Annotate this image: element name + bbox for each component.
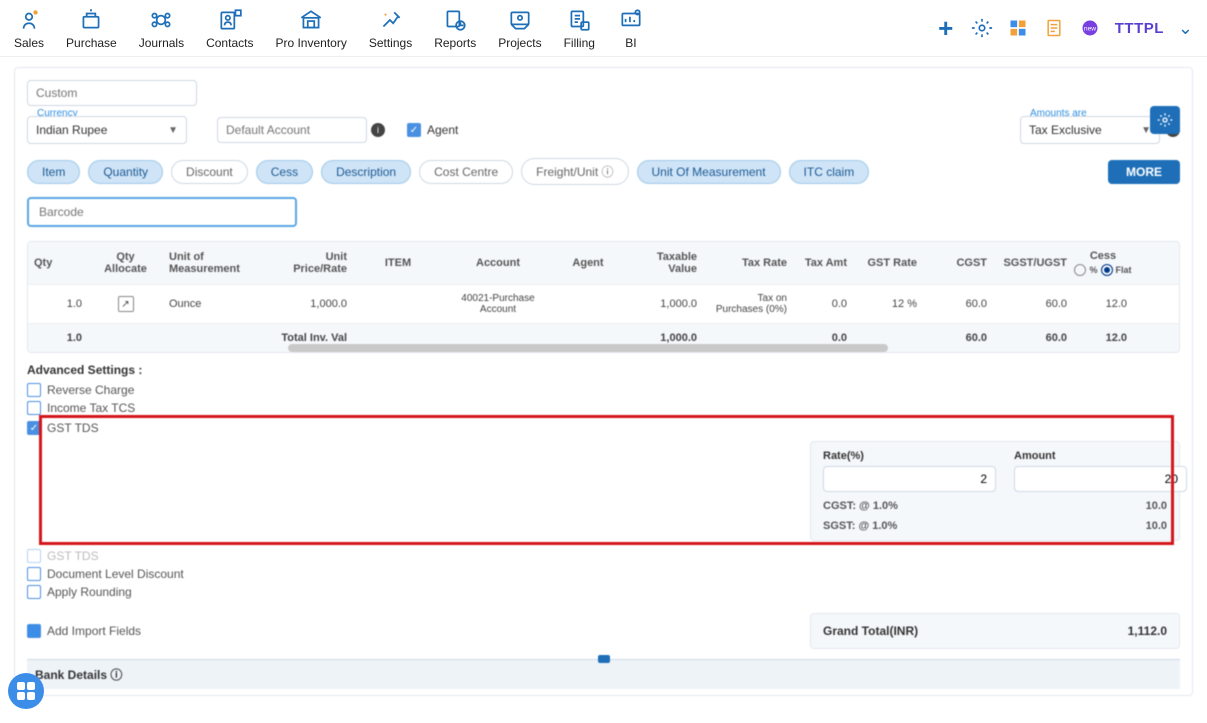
reports-icon: [441, 6, 469, 34]
import-checkbox[interactable]: [27, 624, 41, 638]
nav-journals[interactable]: Journals: [139, 6, 184, 50]
caret-icon: ▼: [168, 125, 178, 136]
nav-projects[interactable]: Projects: [498, 6, 541, 50]
nav-bi[interactable]: BI: [617, 6, 645, 50]
add-icon[interactable]: +: [935, 17, 957, 39]
nav-contacts[interactable]: Contacts: [206, 6, 253, 50]
form-panel: Currency Indian Rupee ▼ i ✓ Agent Amount…: [14, 67, 1193, 696]
top-nav: Sales Purchase Journals Contacts Pro Inv…: [0, 0, 1207, 57]
inventory-icon: [297, 6, 325, 34]
badge-icon[interactable]: new: [1079, 17, 1101, 39]
rate-input[interactable]: [823, 466, 996, 492]
projects-icon: [506, 6, 534, 34]
chevron-down-icon[interactable]: ⌄: [1178, 18, 1193, 39]
custom-input[interactable]: [27, 80, 197, 106]
dld-checkbox[interactable]: [27, 567, 41, 581]
settings-icon: [377, 6, 405, 34]
line-items-grid: Qty Qty Allocate Unit of Measurement Uni…: [27, 241, 1180, 353]
currency-select[interactable]: Indian Rupee ▼: [27, 116, 187, 144]
nav-settings[interactable]: Settings: [369, 6, 412, 50]
panel-gear[interactable]: [1150, 106, 1180, 134]
horizontal-scrollbar[interactable]: [288, 344, 888, 352]
agent-label: Agent: [427, 123, 458, 137]
rounding-checkbox[interactable]: [27, 585, 41, 599]
apps-icon[interactable]: [1007, 17, 1029, 39]
barcode-input[interactable]: [27, 197, 297, 227]
rate-label: Rate(%): [823, 450, 996, 462]
doc-icon[interactable]: [1043, 17, 1065, 39]
gst-tds2-checkbox[interactable]: [27, 549, 41, 563]
amounts-select[interactable]: Tax Exclusive ▼: [1020, 116, 1160, 144]
pill-quantity[interactable]: Quantity: [88, 160, 163, 184]
nav-proinventory[interactable]: Pro Inventory: [275, 6, 346, 50]
brand-label: TTTPL: [1115, 20, 1164, 37]
nav-purchase[interactable]: Purchase: [66, 6, 117, 50]
pill-description[interactable]: Description: [321, 160, 411, 184]
pill-item[interactable]: Item: [27, 160, 80, 184]
fab-button[interactable]: [8, 673, 44, 709]
pill-itc[interactable]: ITC claim: [789, 160, 870, 184]
tds-panel: Rate(%) Amount CGST: @ 1.0%10.0 SGST: @ …: [810, 441, 1180, 541]
pill-costcentre[interactable]: Cost Centre: [419, 160, 513, 184]
nav-reports[interactable]: Reports: [434, 6, 476, 50]
advanced-title: Advanced Settings :: [27, 363, 1180, 377]
pill-uom[interactable]: Unit Of Measurement: [637, 160, 781, 184]
info-icon: i: [371, 123, 385, 137]
gear-icon[interactable]: [971, 17, 993, 39]
pill-cess[interactable]: Cess: [256, 160, 313, 184]
default-account-input[interactable]: [217, 117, 367, 143]
pill-discount[interactable]: Discount: [171, 160, 248, 184]
nav-sales[interactable]: Sales: [14, 6, 44, 50]
grand-total: Grand Total(INR) 1,112.0: [810, 613, 1180, 649]
resize-handle[interactable]: [598, 655, 610, 663]
tcs-checkbox[interactable]: [27, 401, 41, 415]
agent-checkbox[interactable]: ✓: [407, 123, 421, 137]
amount-input[interactable]: [1014, 466, 1187, 492]
reverse-checkbox[interactable]: [27, 383, 41, 397]
gst-tds-checkbox[interactable]: ✓: [27, 421, 41, 435]
sales-icon: [15, 6, 43, 34]
cess-mode-toggle[interactable]: % Flat: [1074, 264, 1131, 276]
filling-icon: [565, 6, 593, 34]
edit-icon[interactable]: ↗: [118, 296, 134, 312]
purchase-icon: [77, 6, 105, 34]
bi-icon: [617, 6, 645, 34]
contacts-icon: [216, 6, 244, 34]
more-button[interactable]: MORE: [1108, 160, 1180, 184]
bank-details-header[interactable]: Bank Details ⓘ: [27, 659, 1180, 689]
amount-label: Amount: [1014, 450, 1187, 462]
pill-freight[interactable]: Freight/Unit ⓘ: [521, 158, 628, 185]
table-row[interactable]: 1.0 ↗ Ounce 1,000.0 40021-Purchase Accou…: [28, 284, 1179, 323]
nav-filling[interactable]: Filling: [564, 6, 595, 50]
journals-icon: [147, 6, 175, 34]
svg-text:new: new: [1084, 26, 1096, 33]
